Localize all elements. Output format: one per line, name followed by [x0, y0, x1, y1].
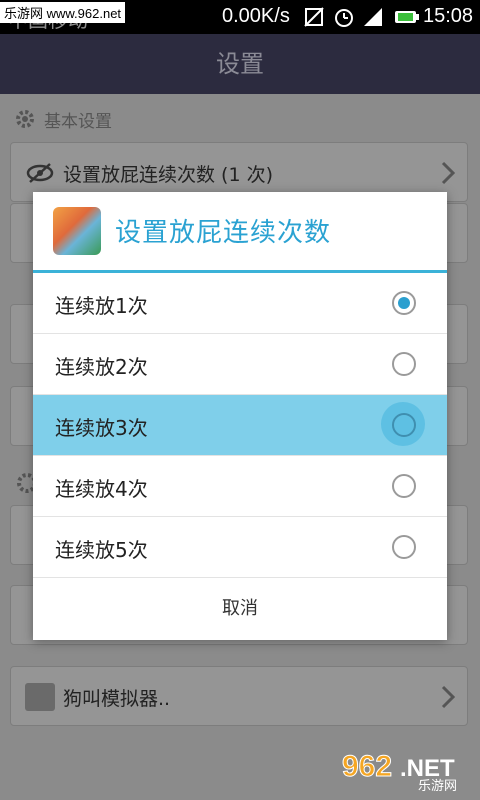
option-3[interactable]: 连续放3次 — [33, 395, 447, 456]
option-list: 连续放1次 连续放2次 连续放3次 连续放4次 连续放5次 — [33, 273, 447, 578]
network-speed: 0.00K/s — [222, 5, 290, 27]
dialog-header: 设置放屁连续次数 — [33, 192, 447, 273]
logo-icon: 962 .NET 乐游网 — [342, 750, 458, 795]
radio-button[interactable] — [392, 474, 416, 498]
eye-hidden-icon — [26, 163, 54, 183]
site-watermark: 乐游网 www.962.net — [0, 2, 126, 23]
svg-text:962: 962 — [342, 750, 392, 783]
setting-row-dog-simulator[interactable]: 狗叫模拟器.. — [10, 666, 468, 726]
setting-row-label: 狗叫模拟器.. — [63, 688, 171, 710]
site-logo-watermark: 962 .NET 乐游网 — [340, 746, 472, 795]
option-5[interactable]: 连续放5次 — [33, 517, 447, 578]
option-1[interactable]: 连续放1次 — [33, 273, 447, 334]
radio-button[interactable] — [392, 413, 416, 437]
dog-app-icon — [25, 683, 55, 711]
option-label: 连续放4次 — [55, 477, 148, 501]
option-label: 连续放5次 — [55, 538, 148, 562]
svg-text:.NET: .NET — [400, 755, 455, 782]
alarm-icon — [335, 9, 353, 27]
app-icon — [53, 207, 101, 255]
chevron-right-icon — [441, 685, 455, 709]
battery-icon — [395, 11, 419, 23]
page-title: 设置 — [216, 50, 264, 78]
fart-count-dialog: 设置放屁连续次数 连续放1次 连续放2次 连续放3次 连续放4次 连续放5次 取… — [33, 192, 447, 640]
radio-button[interactable] — [392, 352, 416, 376]
option-4[interactable]: 连续放4次 — [33, 456, 447, 517]
radio-button-checked[interactable] — [392, 291, 416, 315]
svg-text:乐游网: 乐游网 — [418, 779, 457, 792]
gear-icon — [16, 110, 34, 128]
option-label: 连续放2次 — [55, 355, 148, 379]
setting-row-label: 设置放屁连续次数 (1 次) — [63, 164, 273, 186]
chevron-right-icon — [441, 161, 455, 185]
section-header-basic: 基本设置 — [14, 106, 112, 132]
status-bar: 中国移动 乐游网 www.962.net 0.00K/s 15:08 — [0, 0, 480, 34]
clock: 15:08 — [423, 5, 474, 27]
cancel-button[interactable]: 取消 — [33, 578, 447, 640]
radio-button[interactable] — [392, 535, 416, 559]
option-2[interactable]: 连续放2次 — [33, 334, 447, 395]
app-bar: 设置 — [0, 34, 480, 94]
data-disabled-icon — [304, 7, 324, 27]
option-label: 连续放3次 — [55, 416, 148, 440]
section-title: 基本设置 — [44, 111, 112, 132]
signal-icon — [364, 8, 382, 26]
dialog-title: 设置放屁连续次数 — [115, 218, 332, 248]
option-label: 连续放1次 — [55, 294, 148, 318]
